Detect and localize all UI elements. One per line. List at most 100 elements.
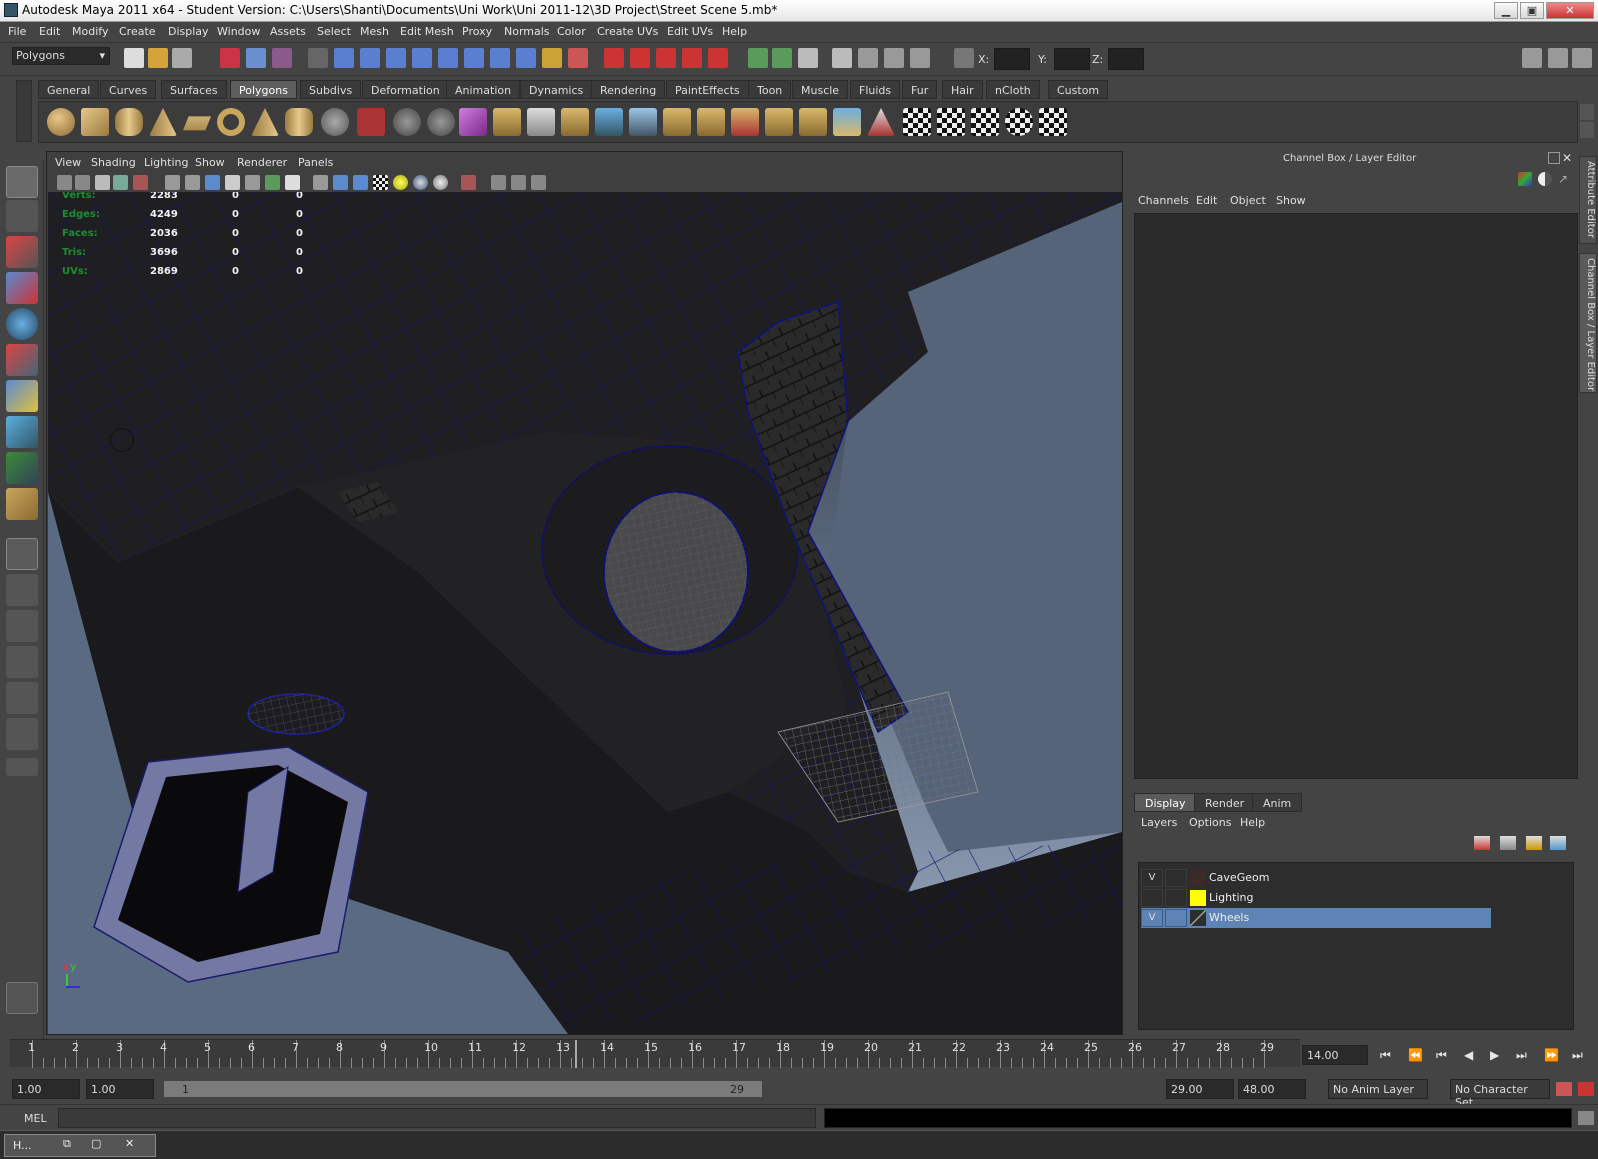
select-component-icon[interactable] [272, 48, 292, 68]
select-surface-icon[interactable] [438, 48, 458, 68]
close-panel-icon[interactable]: ✕ [1562, 151, 1572, 165]
tab-general[interactable]: General [38, 80, 100, 99]
construction-history-icon[interactable] [798, 48, 818, 68]
checker-uv-icon[interactable] [903, 108, 931, 136]
anim-layer-dropdown[interactable]: No Anim Layer [1328, 1079, 1428, 1099]
select-edge-icon[interactable] [360, 48, 380, 68]
wedge-face-icon[interactable] [799, 108, 827, 136]
textured-icon[interactable] [373, 175, 388, 190]
select-misc-icon[interactable] [516, 48, 536, 68]
ipr-render-icon[interactable] [884, 48, 904, 68]
tab-anim[interactable]: Anim [1252, 793, 1303, 812]
collapse-icon[interactable] [731, 108, 759, 136]
poly-torus-icon[interactable] [217, 108, 245, 136]
playback-end-field[interactable]: 29.00 [1166, 1079, 1234, 1099]
paint-select-tool-icon[interactable] [6, 236, 38, 268]
render-frame-icon[interactable] [858, 48, 878, 68]
menu-edit-uvs[interactable]: Edit UVs [667, 25, 713, 38]
bookmark-icon[interactable] [95, 175, 110, 190]
render-settings-icon[interactable] [910, 48, 930, 68]
tab-ncloth[interactable]: nCloth [986, 80, 1040, 99]
range-slider[interactable]: 1 29 [163, 1080, 763, 1098]
soft-mod-tool-icon[interactable] [6, 416, 38, 448]
maximize-icon[interactable]: ▢ [91, 1137, 101, 1150]
tab-fur[interactable]: Fur [902, 80, 938, 99]
channel-box-toggle-icon[interactable] [1572, 48, 1592, 68]
wireframe-on-shaded-icon[interactable] [353, 175, 368, 190]
menu-create-uvs[interactable]: Create UVs [597, 25, 658, 38]
menu-file[interactable]: File [8, 25, 26, 38]
xray-joints-icon[interactable] [511, 175, 526, 190]
high-quality-icon[interactable] [433, 175, 448, 190]
3d-viewport-canvas[interactable]: Verts: 2283 0 0 Edges: 4249 0 0 Faces: 2036 0 0 T… [48, 192, 1122, 1034]
resolution-gate-icon[interactable] [185, 175, 200, 190]
cb-menu-show[interactable]: Show [1276, 194, 1306, 207]
snap-view-plane-icon[interactable] [682, 48, 702, 68]
open-scene-icon[interactable] [148, 48, 168, 68]
move-layer-down-icon[interactable] [1500, 836, 1516, 850]
tab-display[interactable]: Display [1134, 793, 1197, 812]
tab-toon[interactable]: Toon [748, 80, 792, 99]
select-face-icon[interactable] [386, 48, 406, 68]
image-plane-icon[interactable] [113, 175, 128, 190]
uv-sphere-icon[interactable] [1005, 108, 1033, 136]
layer-color-swatch[interactable] [1190, 870, 1206, 886]
bevel-icon[interactable] [765, 108, 793, 136]
poly-sphere-icon[interactable] [47, 108, 75, 136]
command-input[interactable] [58, 1108, 816, 1128]
poly-cube-icon[interactable] [81, 108, 109, 136]
tab-rendering[interactable]: Rendering [591, 80, 666, 99]
select-uv-icon[interactable] [412, 48, 432, 68]
hypershade-layout-icon[interactable] [6, 682, 38, 714]
minimize-button[interactable]: ▁ [1494, 2, 1518, 19]
poly-plane-icon[interactable] [183, 116, 211, 131]
planar-mapping-icon[interactable] [833, 108, 861, 136]
animation-end-field[interactable]: 48.00 [1238, 1079, 1306, 1099]
cb-menu-edit[interactable]: Edit [1196, 194, 1217, 207]
make-live-icon[interactable] [708, 48, 728, 68]
menu-mesh[interactable]: Mesh [360, 25, 389, 38]
smooth-icon[interactable] [427, 108, 455, 136]
z-field[interactable] [1108, 48, 1144, 70]
select-vertex-icon[interactable] [334, 48, 354, 68]
smooth-shade-icon[interactable] [333, 175, 348, 190]
shelf-menu-handle[interactable] [16, 80, 32, 142]
render-view-icon[interactable] [832, 48, 852, 68]
hud-toggle-icon[interactable] [285, 175, 300, 190]
poly-cone-icon[interactable] [149, 108, 177, 136]
uv-layout-pane-icon[interactable] [6, 718, 38, 750]
poly-platonic-icon[interactable] [321, 108, 349, 136]
layer-row-cavegeom[interactable]: V CaveGeom [1141, 868, 1491, 888]
play-backward-icon[interactable]: ◀ [1464, 1048, 1473, 1062]
tab-hair[interactable]: Hair [942, 80, 983, 99]
channel-box-area[interactable] [1134, 213, 1578, 779]
tool-settings-toggle-icon[interactable] [1548, 48, 1568, 68]
mask-dropdown-icon[interactable] [308, 48, 328, 68]
le-menu-help[interactable]: Help [1240, 816, 1265, 829]
y-field[interactable] [1054, 48, 1090, 70]
camera-select-icon[interactable] [57, 175, 72, 190]
tab-channel-box-layer-editor[interactable]: Channel Box / Layer Editor [1579, 253, 1597, 393]
layer-row-lighting[interactable]: Lighting [1141, 888, 1491, 908]
lock-selection-icon[interactable] [542, 48, 562, 68]
animation-start-field[interactable]: 1.00 [12, 1079, 80, 1099]
camera-attributes-icon[interactable] [75, 175, 90, 190]
menu-modify[interactable]: Modify [72, 25, 108, 38]
menu-assets[interactable]: Assets [270, 25, 306, 38]
tab-painteffects[interactable]: PaintEffects [666, 80, 749, 99]
script-language-label[interactable]: MEL [24, 1112, 47, 1125]
xray-active-icon[interactable] [531, 175, 546, 190]
rotate-tool-icon[interactable] [6, 308, 38, 340]
universal-manipulator-icon[interactable] [6, 380, 38, 412]
menu-set-dropdown[interactable]: Polygons ▾ [12, 47, 110, 65]
combine-icon[interactable] [357, 108, 385, 136]
wireframe-icon[interactable] [313, 175, 328, 190]
close-icon[interactable]: ✕ [125, 1137, 134, 1150]
safe-title-icon[interactable] [265, 175, 280, 190]
menu-create[interactable]: Create [119, 25, 156, 38]
tab-surfaces[interactable]: Surfaces [161, 80, 227, 99]
split-polygon-icon[interactable] [595, 108, 623, 136]
new-scene-icon[interactable] [124, 48, 144, 68]
sculpt-geometry-icon[interactable] [867, 108, 895, 136]
highlight-selection-icon[interactable] [568, 48, 588, 68]
